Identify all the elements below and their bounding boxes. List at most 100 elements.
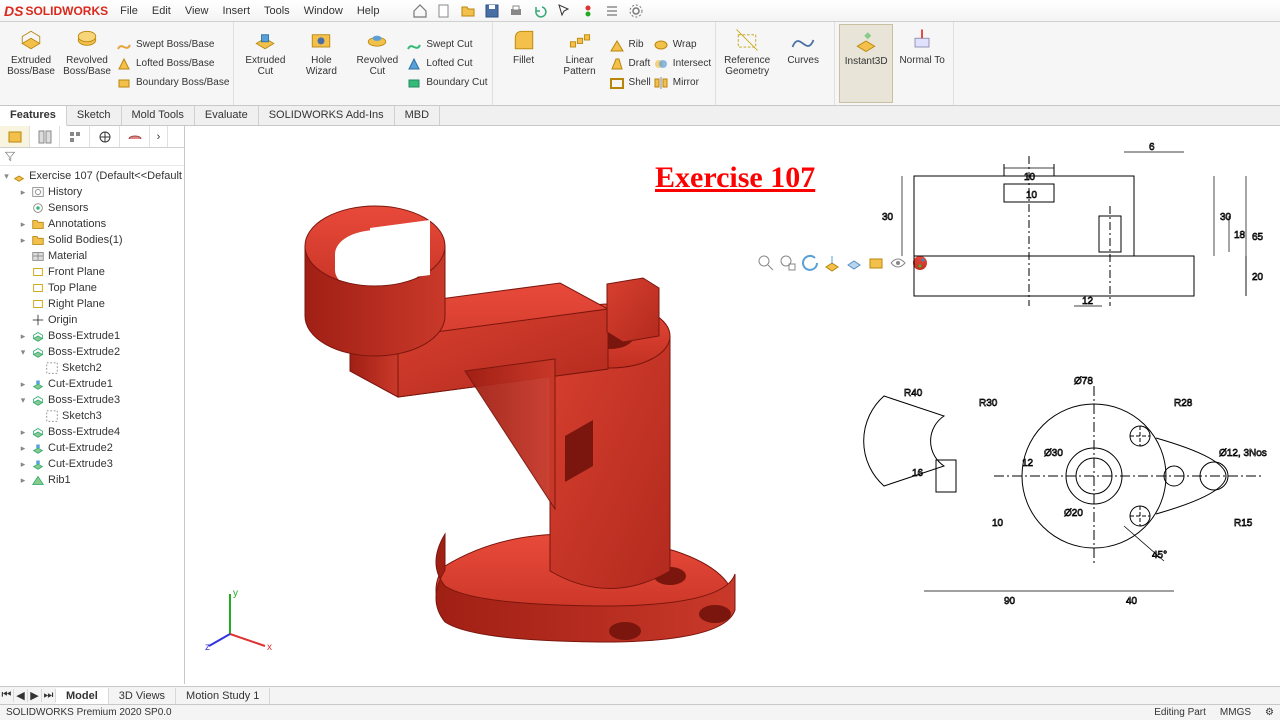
tab-sketch[interactable]: Sketch (67, 106, 122, 125)
save-icon[interactable] (481, 2, 503, 20)
intersect-button[interactable]: Intersect (653, 56, 711, 72)
orientation-triad[interactable]: y x z (205, 584, 275, 654)
panel-tab-property-manager-icon[interactable] (30, 126, 60, 147)
tree-item[interactable]: ▾Boss-Extrude2 (0, 344, 184, 360)
menu-insert[interactable]: Insert (216, 3, 256, 19)
mirror-button[interactable]: Mirror (653, 75, 711, 91)
bottom-tab-model[interactable]: Model (56, 688, 109, 704)
tree-item[interactable]: Sketch2 (0, 360, 184, 376)
tab-solidworks-addins[interactable]: SOLIDWORKS Add-Ins (259, 106, 395, 125)
tab-features[interactable]: Features (0, 106, 67, 126)
dim: 12 (1082, 296, 1094, 307)
tree-item[interactable]: ▸Cut-Extrude2 (0, 440, 184, 456)
tree-item[interactable]: ▸Boss-Extrude1 (0, 328, 184, 344)
draft-button[interactable]: Draft (609, 56, 651, 72)
dim: 18 (1234, 230, 1246, 241)
tree-item[interactable]: ▸Boss-Extrude4 (0, 424, 184, 440)
tree-item[interactable]: ▸Cut-Extrude1 (0, 376, 184, 392)
tab-evaluate[interactable]: Evaluate (195, 106, 259, 125)
label: Intersect (673, 58, 711, 69)
hole-wizard-button[interactable]: Hole Wizard (294, 24, 348, 103)
print-icon[interactable] (505, 2, 527, 20)
undo-icon[interactable] (529, 2, 551, 20)
label: Extruded Cut (238, 55, 292, 77)
revolved-cut-button[interactable]: Revolved Cut (350, 24, 404, 103)
tree-item[interactable]: ▸Rib1 (0, 472, 184, 488)
status-units[interactable]: MMGS (1220, 707, 1251, 718)
menu-view[interactable]: View (179, 3, 215, 19)
swept-cut-button[interactable]: Swept Cut (406, 37, 487, 53)
instant3d-button[interactable]: Instant3D (839, 24, 893, 103)
panel-tab-more-icon[interactable]: › (150, 126, 168, 147)
app-name: SOLIDWORKS (25, 4, 108, 18)
linear-pattern-button[interactable]: Linear Pattern (553, 24, 607, 103)
menu-file[interactable]: File (114, 3, 144, 19)
section-view-icon[interactable] (823, 254, 841, 272)
reference-geometry-button[interactable]: Reference Geometry (720, 24, 774, 103)
new-icon[interactable] (433, 2, 455, 20)
rebuild-icon[interactable] (577, 2, 599, 20)
bottom-tab-motion-study[interactable]: Motion Study 1 (176, 688, 270, 704)
tab-nav-arrows[interactable]: ⏮◀▶⏭ (0, 689, 56, 702)
tree-item[interactable]: ▸History (0, 184, 184, 200)
quick-access-toolbar (409, 2, 647, 20)
panel-tab-dimxpert-icon[interactable] (90, 126, 120, 147)
shell-button[interactable]: Shell (609, 75, 651, 91)
tree-item[interactable]: Top Plane (0, 280, 184, 296)
dim: R28 (1174, 398, 1193, 409)
home-icon[interactable] (409, 2, 431, 20)
menu-help[interactable]: Help (351, 3, 386, 19)
tab-mold-tools[interactable]: Mold Tools (122, 106, 195, 125)
extruded-boss-button[interactable]: Extruded Boss/Base (4, 24, 58, 103)
fillet-button[interactable]: Fillet (497, 24, 551, 103)
menu-tools[interactable]: Tools (258, 3, 296, 19)
select-icon[interactable] (553, 2, 575, 20)
filter-funnel-icon (4, 150, 16, 162)
swept-boss-button[interactable]: Swept Boss/Base (116, 37, 229, 53)
filter-bar[interactable] (0, 148, 184, 166)
tree-item[interactable]: Origin (0, 312, 184, 328)
zoom-area-icon[interactable] (779, 254, 797, 272)
tree-item[interactable]: ▸Solid Bodies(1) (0, 232, 184, 248)
tree-item[interactable]: ▾Boss-Extrude3 (0, 392, 184, 408)
normal-to-button[interactable]: Normal To (895, 24, 949, 103)
tree-item[interactable]: ▸Annotations (0, 216, 184, 232)
boundary-boss-button[interactable]: Boundary Boss/Base (116, 75, 229, 91)
command-tabs: Features Sketch Mold Tools Evaluate SOLI… (0, 106, 1280, 126)
menu-window[interactable]: Window (298, 3, 349, 19)
extrude-icon (31, 345, 45, 359)
wrap-button[interactable]: Wrap (653, 37, 711, 53)
options-list-icon[interactable] (601, 2, 623, 20)
tree-item[interactable]: Sketch3 (0, 408, 184, 424)
panel-tab-configuration-icon[interactable] (60, 126, 90, 147)
lofted-cut-button[interactable]: Lofted Cut (406, 56, 487, 72)
zoom-fit-icon[interactable] (757, 254, 775, 272)
tree-item[interactable]: ▸Cut-Extrude3 (0, 456, 184, 472)
status-custom-icon[interactable]: ⚙ (1265, 707, 1274, 718)
tree-item[interactable]: Right Plane (0, 296, 184, 312)
menu-edit[interactable]: Edit (146, 3, 177, 19)
settings-gear-icon[interactable] (625, 2, 647, 20)
graphics-viewport[interactable]: Exercise 107 y x z (185, 126, 1280, 684)
panel-tab-feature-tree-icon[interactable] (0, 126, 30, 147)
extruded-boss-label: Extruded Boss/Base (4, 55, 58, 77)
panel-tab-display-icon[interactable] (120, 126, 150, 147)
boundary-cut-button[interactable]: Boundary Cut (406, 75, 487, 91)
ribbon: Extruded Boss/Base Revolved Boss/Base Sw… (0, 22, 1280, 106)
tab-mbd[interactable]: MBD (395, 106, 440, 125)
tree-item[interactable]: Sensors (0, 200, 184, 216)
lofted-boss-button[interactable]: Lofted Boss/Base (116, 56, 229, 72)
menu-search-icon[interactable] (387, 3, 399, 19)
panel-tabs: › (0, 126, 184, 148)
tree-item[interactable]: Front Plane (0, 264, 184, 280)
tree-item[interactable]: Material (0, 248, 184, 264)
open-icon[interactable] (457, 2, 479, 20)
revolved-boss-button[interactable]: Revolved Boss/Base (60, 24, 114, 103)
extruded-cut-button[interactable]: Extruded Cut (238, 24, 292, 103)
previous-view-icon[interactable] (801, 254, 819, 272)
tree-root[interactable]: ▾ Exercise 107 (Default<<Default (0, 168, 184, 184)
bottom-tab-3d-views[interactable]: 3D Views (109, 688, 176, 704)
rib-button[interactable]: Rib (609, 37, 651, 53)
extrude-icon (31, 393, 45, 407)
curves-button[interactable]: Curves (776, 24, 830, 103)
